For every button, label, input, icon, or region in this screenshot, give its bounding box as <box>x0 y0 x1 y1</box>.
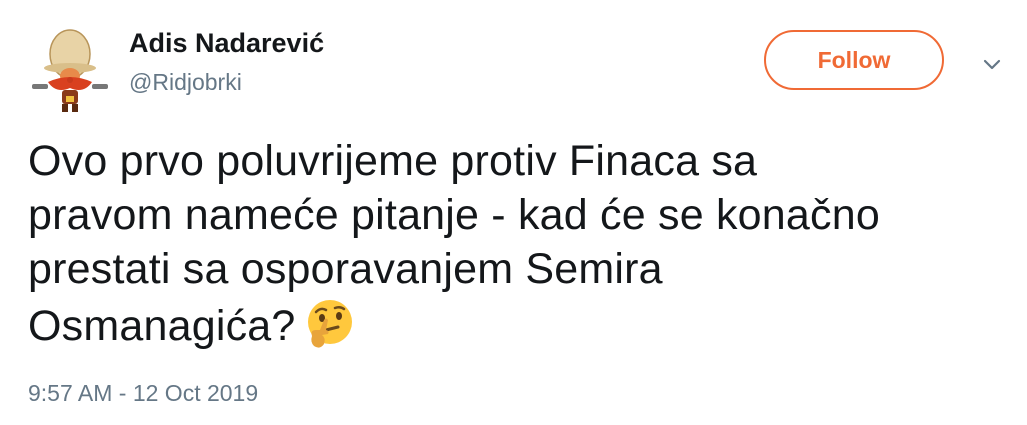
follow-button[interactable]: Follow <box>764 30 944 90</box>
user-name[interactable]: Adis Nadarević <box>129 28 324 59</box>
tweet-card: Adis Nadarević @Ridjobrki Follow Ovo prv… <box>0 0 1027 425</box>
chevron-down-icon[interactable] <box>980 52 1004 76</box>
thinking-face-icon <box>302 296 358 352</box>
tweet-text-line: prestati sa osporavanjem Semira <box>28 245 663 293</box>
user-handle[interactable]: @Ridjobrki <box>129 69 242 96</box>
tweet-text-line: Osmanagića? <box>28 302 296 350</box>
tweet-text-line: pravom nameće pitanje - kad će se konačn… <box>28 191 880 239</box>
avatar[interactable] <box>24 24 116 116</box>
tweet-text-line: Ovo prvo poluvrijeme protiv Finaca sa <box>28 137 758 185</box>
tweet-text: Ovo prvo poluvrijeme protiv Finaca sa pr… <box>28 134 988 353</box>
tweet-timestamp[interactable]: 9:57 AM - 12 Oct 2019 <box>28 380 258 407</box>
chevron-down-icon-svg <box>983 59 1001 70</box>
thinking-face-icon-svg <box>307 300 352 348</box>
tweet-text-line-last: Osmanagića? <box>28 296 988 353</box>
avatar-image <box>32 29 108 112</box>
